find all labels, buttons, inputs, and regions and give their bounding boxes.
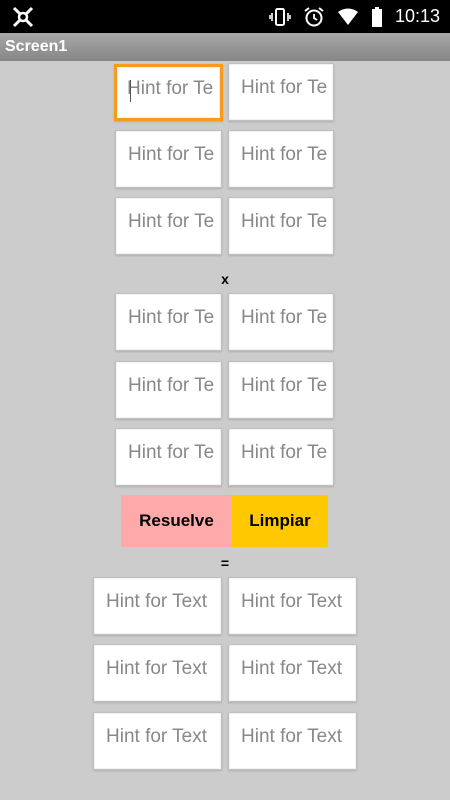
vibrate-icon: [269, 7, 291, 27]
multiply-label: x: [221, 271, 229, 287]
matrix-a-cell-2-1[interactable]: Hint for Te: [115, 130, 222, 188]
alarm-icon: [303, 6, 325, 28]
matrix-a-cell-1-1[interactable]: Hint for Te: [114, 64, 223, 121]
matrix-a-cell-3-1[interactable]: Hint for Te: [115, 197, 222, 255]
solve-button[interactable]: Resuelve: [121, 495, 232, 547]
result-cell-3-1[interactable]: Hint for Text: [93, 712, 222, 770]
wifi-icon: [337, 8, 359, 26]
status-bar: 10:13: [0, 0, 450, 33]
status-time: 10:13: [394, 6, 440, 26]
matrix-b-cell-3-1[interactable]: Hint for Te: [115, 428, 222, 486]
matrix-b-cell-1-2[interactable]: Hint for Te: [228, 293, 334, 351]
matrix-b-cell-2-2[interactable]: Hint for Te: [228, 361, 334, 419]
matrix-a-cell-1-2[interactable]: Hint for Te: [228, 63, 334, 121]
matrix-b-cell-2-1[interactable]: Hint for Te: [115, 361, 222, 419]
matrix-b-cell-1-1[interactable]: Hint for Te: [115, 293, 222, 351]
result-cell-2-2[interactable]: Hint for Text: [228, 644, 357, 702]
result-cell-1-1[interactable]: Hint for Text: [93, 577, 222, 635]
result-cell-3-2[interactable]: Hint for Text: [228, 712, 357, 770]
result-cell-2-1[interactable]: Hint for Text: [93, 644, 222, 702]
matrix-a-cell-2-2[interactable]: Hint for Te: [228, 130, 334, 188]
screen-title: Screen1: [0, 33, 450, 61]
matrix-b-cell-3-2[interactable]: Hint for Te: [228, 428, 334, 486]
app-notification-icon: [11, 5, 35, 34]
result-cell-1-2[interactable]: Hint for Text: [228, 577, 357, 635]
battery-icon: [371, 6, 383, 27]
clear-button[interactable]: Limpiar: [232, 495, 328, 547]
matrix-a-cell-3-2[interactable]: Hint for Te: [228, 197, 334, 255]
equals-label: =: [220, 555, 230, 571]
text-cursor: [130, 80, 131, 102]
